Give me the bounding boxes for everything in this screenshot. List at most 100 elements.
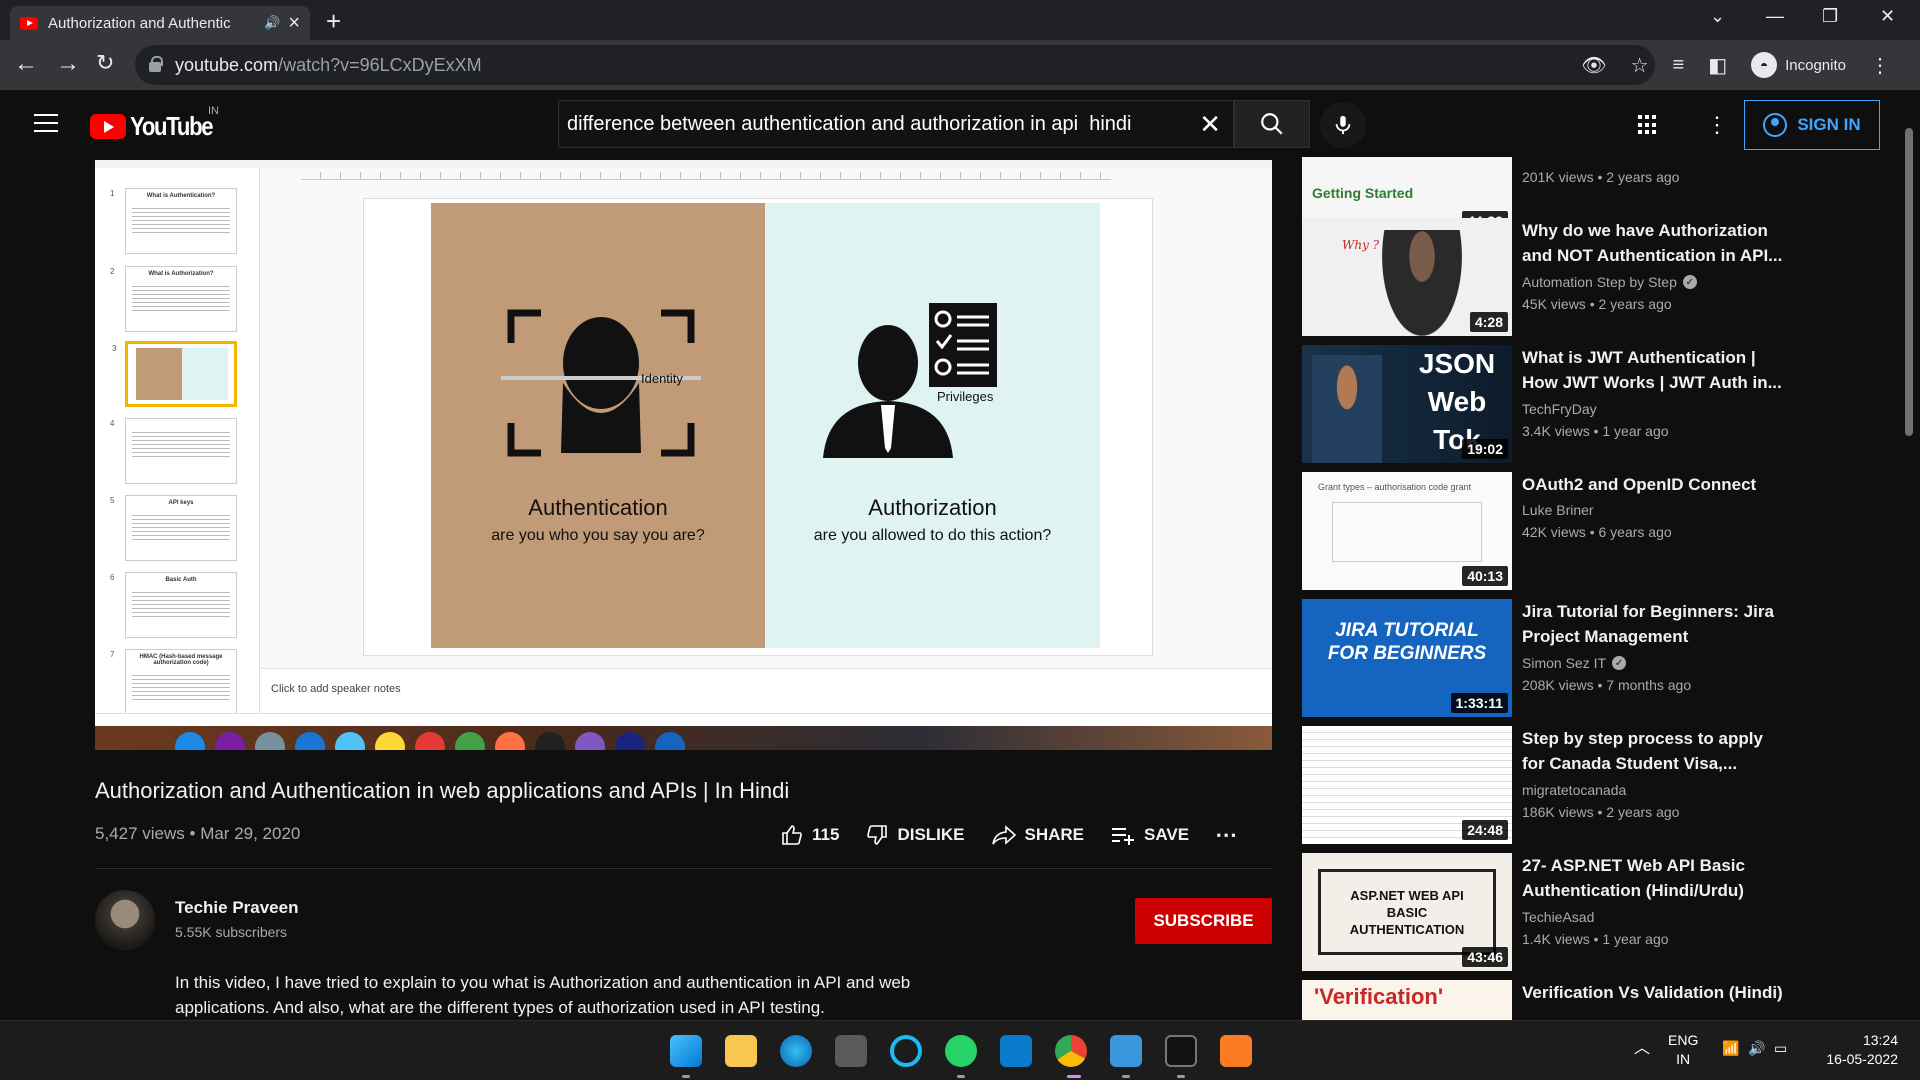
like-count: 115 (812, 825, 840, 844)
video-title[interactable]: Why do we have Authorization and NOT Aut… (1522, 218, 1787, 268)
slide-number: 5 (110, 496, 115, 505)
share-button[interactable]: SHARE (991, 823, 1084, 847)
dock-app-icon (495, 732, 525, 750)
channel-name[interactable]: Techie Praveen (175, 898, 298, 918)
slide-number: 4 (110, 419, 115, 428)
cortana-icon[interactable] (890, 1035, 922, 1067)
speaker-icon[interactable]: 🔊 (264, 15, 280, 31)
page-scrollbar[interactable] (1905, 128, 1913, 436)
tab-close-icon[interactable]: × (288, 12, 300, 35)
video-thumbnail[interactable]: JIRA TUTORIAL FOR BEGINNERS 1:33:11 (1302, 599, 1512, 717)
video-thumbnail[interactable]: ASP.NET WEB API BASIC AUTHENTICATION 43:… (1302, 853, 1512, 971)
lock-icon (149, 56, 163, 72)
minimize-icon[interactable]: — (1766, 6, 1784, 27)
dislike-button[interactable]: DISLIKE (865, 823, 965, 847)
thumbs-down-icon (867, 825, 888, 845)
tray-chevron-icon[interactable]: ︿ (1634, 1039, 1650, 1058)
like-button[interactable]: 115 (780, 823, 839, 847)
recommendation-item[interactable]: 24:48 Step by step process to apply for … (1302, 726, 1792, 844)
browser-tab[interactable]: Authorization and Authentic 🔊 × (10, 6, 310, 40)
recommendation-item[interactable]: JIRA TUTORIAL FOR BEGINNERS 1:33:11 Jira… (1302, 599, 1792, 717)
restore-icon[interactable]: ❐ (1822, 6, 1838, 27)
incognito-icon: ◓ (1751, 52, 1778, 78)
reading-list-icon[interactable]: ≡ (1673, 54, 1685, 77)
clear-search-icon[interactable]: ✕ (1199, 109, 1221, 140)
url-field[interactable]: youtube.com/watch?v=96LCxDyExXM (135, 45, 1655, 85)
file-explorer-icon[interactable] (725, 1035, 757, 1067)
video-title[interactable]: 27- ASP.NET Web API Basic Authentication… (1522, 853, 1787, 903)
thumbnail-text: ASP.NET WEB API BASIC AUTHENTICATION (1349, 888, 1465, 937)
guide-menu-icon[interactable] (34, 114, 58, 132)
save-button[interactable]: SAVE (1110, 823, 1189, 847)
authentication-panel: Identity Authentication are you who you … (431, 203, 765, 648)
reload-icon[interactable]: ↻ (96, 50, 114, 76)
recommendation-item[interactable]: Getting Started 44:39 201K views • 2 yea… (1302, 117, 1792, 235)
language-indicator[interactable]: ENG IN (1668, 1031, 1698, 1069)
forward-icon[interactable]: → (56, 50, 80, 78)
video-thumbnail[interactable]: Why ? 4:28 (1302, 218, 1512, 336)
video-thumbnail[interactable]: JSON Web Tok 19:02 (1302, 345, 1512, 463)
recommendation-item[interactable]: Why ? 4:28 Why do we have Authorization … (1302, 218, 1792, 336)
video-player[interactable]: 1 What is Authentication? 2 What is Author… (95, 160, 1272, 750)
profile-button[interactable]: ◓ Incognito (1751, 52, 1846, 78)
slide-number: 7 (110, 650, 115, 659)
more-actions-icon[interactable]: ⋯ (1215, 822, 1237, 848)
search-icon (1261, 113, 1283, 135)
playlist-add-icon (1112, 828, 1135, 845)
slide-thumb: 1 What is Authentication? (110, 188, 237, 254)
video-title[interactable]: Jira Tutorial for Beginners: Jira Projec… (1522, 599, 1787, 649)
edge-icon[interactable] (780, 1035, 812, 1067)
mac-dock (95, 726, 1272, 750)
authentication-title: Authentication (528, 495, 668, 520)
wifi-icon[interactable]: 📶 (1722, 1039, 1739, 1058)
side-panel-icon[interactable]: ◧ (1708, 53, 1727, 78)
new-tab-icon[interactable]: + (326, 6, 341, 37)
recommendation-item[interactable]: 'Verification' Verification Vs Validatio… (1302, 980, 1792, 1020)
video-thumbnail[interactable]: 'Verification' (1302, 980, 1512, 1020)
slide-canvas: Identity Authentication are you who you … (261, 168, 1272, 668)
tab-search-chevron-icon[interactable]: ⌄ (1710, 6, 1725, 27)
chrome-icon[interactable] (1055, 1035, 1087, 1067)
subscribe-button[interactable]: SUBSCRIBE (1135, 898, 1272, 944)
video-title[interactable]: Verification Vs Validation (Hindi) (1522, 980, 1787, 1005)
duration-badge: 4:28 (1469, 312, 1508, 332)
bookmark-star-icon[interactable]: ☆ (1631, 53, 1649, 78)
windows-start-icon[interactable] (670, 1035, 702, 1067)
running-indicator (1122, 1075, 1130, 1078)
browser-actions: 👁 ☆ ≡ ◧ ◓ Incognito ⋮ (1581, 40, 1890, 90)
terminal-icon[interactable] (1165, 1035, 1197, 1067)
channel-name: TechieAsad (1522, 909, 1595, 925)
whatsapp-icon[interactable] (945, 1035, 977, 1067)
tracking-off-icon[interactable]: 👁 (1581, 53, 1606, 78)
video-title[interactable]: Step by step process to apply for Canada… (1522, 726, 1787, 776)
search-button[interactable] (1234, 100, 1310, 148)
volume-icon[interactable]: 🔊 (1748, 1039, 1765, 1058)
store-icon[interactable] (835, 1035, 867, 1067)
youtube-logo[interactable]: YouTube IN (90, 105, 227, 142)
video-thumbnail[interactable]: Grant types – authorisation code grant 4… (1302, 472, 1512, 590)
video-thumbnail[interactable]: 24:48 (1302, 726, 1512, 844)
notepad-icon[interactable] (1110, 1035, 1142, 1067)
view-count: 5,427 views (95, 824, 185, 843)
subscriber-count: 5.55K subscribers (175, 924, 288, 940)
vscode-icon[interactable] (1000, 1035, 1032, 1067)
search-input[interactable] (567, 112, 1200, 136)
video-description: In this video, I have tried to explain t… (175, 973, 911, 1017)
channel-avatar[interactable] (95, 890, 155, 950)
xampp-icon[interactable] (1220, 1035, 1252, 1067)
clock[interactable]: 13:24 16-05-2022 (1818, 1031, 1898, 1069)
slide-thumb-title: HMAC (Hash-based message authorization c… (139, 654, 223, 666)
recommendation-item[interactable]: Grant types – authorisation code grant 4… (1302, 472, 1792, 590)
back-icon[interactable]: ← (14, 50, 38, 78)
dock-app-icon (455, 732, 485, 750)
video-title[interactable]: OAuth2 and OpenID Connect (1522, 472, 1787, 497)
window-close-icon[interactable]: ✕ (1880, 6, 1895, 27)
recommendation-item[interactable]: ASP.NET WEB API BASIC AUTHENTICATION 43:… (1302, 853, 1792, 971)
browser-menu-icon[interactable]: ⋮ (1870, 53, 1890, 78)
publish-date: Mar 29, 2020 (200, 824, 301, 843)
recommendation-item[interactable]: JSON Web Tok 19:02 What is JWT Authentic… (1302, 345, 1792, 463)
privileges-tag: Privileges (937, 389, 994, 404)
video-title[interactable]: What is JWT Authentication | How JWT Wor… (1522, 345, 1787, 395)
battery-icon[interactable]: ▭ (1774, 1039, 1787, 1058)
channel-name: Simon Sez IT (1522, 655, 1607, 671)
